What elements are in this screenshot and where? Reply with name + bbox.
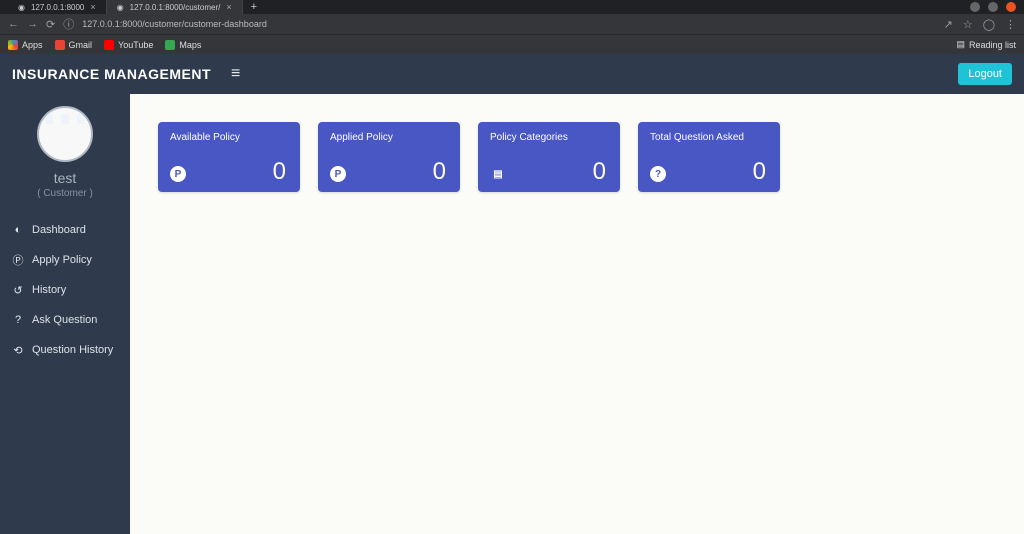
app-brand: INSURANCE MANAGEMENT bbox=[12, 66, 211, 82]
card-title: Policy Categories bbox=[490, 132, 608, 143]
top-bar: INSURANCE MANAGEMENT ≡ Logout bbox=[0, 54, 1024, 94]
card-title: Available Policy bbox=[170, 132, 288, 143]
card-value: 0 bbox=[593, 158, 606, 186]
dashboard-cards: Available Policy P 0 Applied Policy P 0 … bbox=[130, 122, 1024, 192]
close-icon[interactable]: × bbox=[90, 2, 95, 12]
apps-icon bbox=[8, 40, 18, 50]
sidebar-menu: ◐ Dashboard Ⓟ Apply Policy ↺ History ? A… bbox=[0, 215, 130, 365]
hamburger-icon[interactable]: ≡ bbox=[231, 65, 240, 83]
forward-icon[interactable]: → bbox=[27, 18, 38, 30]
p-icon: P bbox=[330, 166, 346, 182]
bookmark-label: Gmail bbox=[69, 40, 93, 50]
profile-icon[interactable]: ◯ bbox=[983, 18, 995, 31]
addr-right: ↗ ☆ ◯ ⋮ bbox=[944, 18, 1016, 31]
card-title: Total Question Asked bbox=[650, 132, 768, 143]
globe-icon: ◉ bbox=[18, 3, 25, 12]
list-icon: ▤ bbox=[490, 166, 506, 182]
youtube-bookmark[interactable]: YouTube bbox=[104, 40, 153, 50]
address-bar: ← → ⟳ ⓘ 127.0.0.1:8000/customer/customer… bbox=[0, 14, 1024, 34]
browser-tab-2[interactable]: ◉ 127.0.0.1:8000/customer/ × bbox=[107, 0, 243, 14]
card-available-policy[interactable]: Available Policy P 0 bbox=[158, 122, 300, 192]
sidebar: test ( Customer ) ◐ Dashboard Ⓟ Apply Po… bbox=[0, 94, 130, 534]
sidebar-item-label: Apply Policy bbox=[32, 254, 92, 266]
window-controls bbox=[970, 2, 1016, 12]
content-row: test ( Customer ) ◐ Dashboard Ⓟ Apply Po… bbox=[0, 94, 1024, 534]
gmail-icon bbox=[55, 40, 65, 50]
user-role: ( Customer ) bbox=[37, 188, 93, 199]
sidebar-item-label: History bbox=[32, 284, 66, 296]
apps-bookmark[interactable]: Apps bbox=[8, 40, 43, 50]
sidebar-item-label: Ask Question bbox=[32, 314, 97, 326]
bookmark-label: Maps bbox=[179, 40, 201, 50]
maps-bookmark[interactable]: Maps bbox=[165, 40, 201, 50]
tab-title: 127.0.0.1:8000/customer/ bbox=[130, 3, 221, 12]
browser-tab-1[interactable]: ◉ 127.0.0.1:8000 × bbox=[8, 0, 107, 14]
sidebar-item-history[interactable]: ↺ History bbox=[0, 275, 130, 305]
sidebar-item-label: Question History bbox=[32, 344, 113, 356]
bookmark-label: Reading list bbox=[969, 40, 1016, 50]
close-icon[interactable]: × bbox=[226, 2, 231, 12]
avatar[interactable] bbox=[37, 106, 93, 162]
card-value: 0 bbox=[753, 158, 766, 186]
info-icon[interactable]: ⓘ bbox=[63, 16, 74, 32]
bookmark-label: Apps bbox=[22, 40, 43, 50]
back-icon[interactable]: ← bbox=[8, 18, 19, 30]
minimize-icon[interactable] bbox=[970, 2, 980, 12]
window-close-icon[interactable] bbox=[1006, 2, 1016, 12]
browser-tab-strip: ◉ 127.0.0.1:8000 × ◉ 127.0.0.1:8000/cust… bbox=[0, 0, 1024, 14]
username: test bbox=[54, 170, 77, 186]
maps-icon bbox=[165, 40, 175, 50]
card-title: Applied Policy bbox=[330, 132, 448, 143]
sidebar-item-question-history[interactable]: ⟲ Question History bbox=[0, 335, 130, 365]
card-total-question-asked[interactable]: Total Question Asked ? 0 bbox=[638, 122, 780, 192]
youtube-icon bbox=[104, 40, 114, 50]
maximize-icon[interactable] bbox=[988, 2, 998, 12]
list-icon: ▤ bbox=[956, 39, 965, 50]
refresh-icon: ⟲ bbox=[12, 344, 24, 356]
question-mark-icon: ? bbox=[650, 166, 666, 182]
sidebar-item-dashboard[interactable]: ◐ Dashboard bbox=[0, 215, 130, 245]
share-icon[interactable]: ↗ bbox=[944, 18, 953, 31]
main-content: Available Policy P 0 Applied Policy P 0 … bbox=[130, 94, 1024, 534]
history-icon: ↺ bbox=[12, 284, 24, 296]
logout-button[interactable]: Logout bbox=[958, 63, 1012, 85]
new-tab-button[interactable]: + bbox=[243, 1, 265, 13]
sidebar-item-ask-question[interactable]: ? Ask Question bbox=[0, 305, 130, 335]
globe-icon: ◉ bbox=[117, 3, 124, 12]
bookmark-label: YouTube bbox=[118, 40, 153, 50]
reading-list-button[interactable]: ▤ Reading list bbox=[956, 39, 1016, 50]
card-policy-categories[interactable]: Policy Categories ▤ 0 bbox=[478, 122, 620, 192]
dashboard-icon: ◐ bbox=[12, 224, 24, 236]
avatar-section: test ( Customer ) bbox=[0, 94, 130, 205]
card-value: 0 bbox=[273, 158, 286, 186]
tab-row: ◉ 127.0.0.1:8000 × ◉ 127.0.0.1:8000/cust… bbox=[8, 0, 265, 14]
p-icon: P bbox=[170, 166, 186, 182]
card-applied-policy[interactable]: Applied Policy P 0 bbox=[318, 122, 460, 192]
sidebar-item-apply-policy[interactable]: Ⓟ Apply Policy bbox=[0, 245, 130, 275]
url-text[interactable]: 127.0.0.1:8000/customer/customer-dashboa… bbox=[82, 19, 935, 29]
reload-icon[interactable]: ⟳ bbox=[46, 18, 55, 31]
card-value: 0 bbox=[433, 158, 446, 186]
question-icon: ? bbox=[12, 314, 24, 326]
gmail-bookmark[interactable]: Gmail bbox=[55, 40, 93, 50]
policy-icon: Ⓟ bbox=[12, 254, 24, 266]
star-icon[interactable]: ☆ bbox=[963, 18, 973, 31]
bookmark-bar: Apps Gmail YouTube Maps ▤ Reading list bbox=[0, 34, 1024, 54]
sidebar-item-label: Dashboard bbox=[32, 224, 86, 236]
menu-dots-icon[interactable]: ⋮ bbox=[1005, 18, 1016, 31]
app-root: INSURANCE MANAGEMENT ≡ Logout test ( Cus… bbox=[0, 54, 1024, 534]
tab-title: 127.0.0.1:8000 bbox=[31, 3, 84, 12]
